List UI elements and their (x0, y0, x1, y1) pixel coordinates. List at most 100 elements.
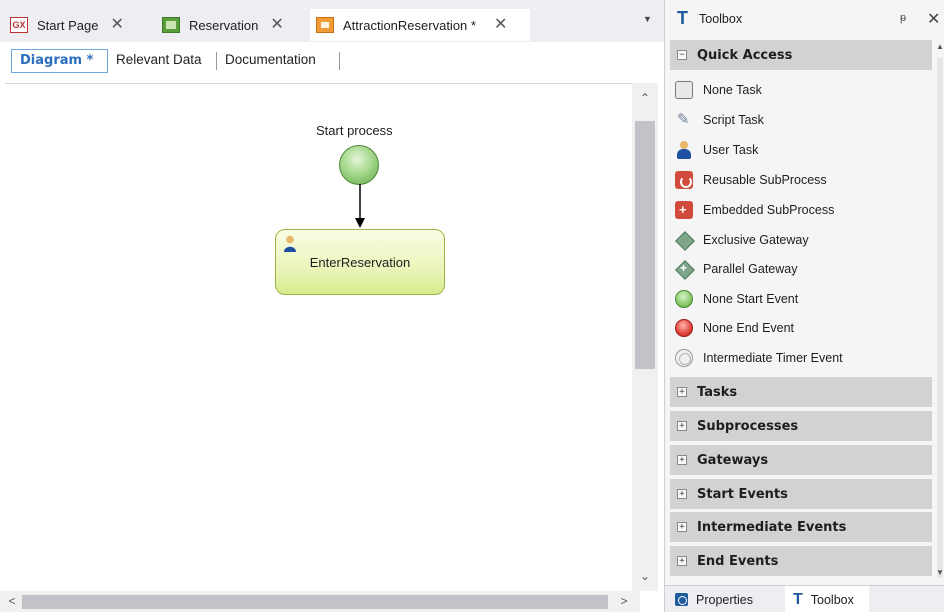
toolbox-icon: T (677, 8, 688, 28)
scroll-up-icon[interactable]: ▲ (936, 42, 944, 51)
close-icon[interactable]: ✕ (494, 17, 507, 33)
category-subprocesses[interactable]: + Subprocesses (670, 411, 932, 441)
tool-label: None Start Event (703, 292, 799, 306)
start-event-node[interactable] (339, 145, 379, 185)
workflow-diagram-icon (316, 17, 334, 33)
category-label: Intermediate Events (697, 519, 847, 535)
script-task-icon (675, 110, 693, 129)
tool-label: None Task (703, 83, 762, 97)
close-icon[interactable]: ✕ (927, 9, 940, 29)
scroll-left-icon[interactable]: < (2, 594, 22, 608)
close-icon[interactable]: ✕ (110, 17, 123, 33)
category-label: Subprocesses (697, 418, 799, 434)
tool-user-task[interactable]: User Task (675, 137, 758, 163)
close-icon[interactable]: ✕ (270, 17, 283, 33)
toolbox-header: T Toolbox ᵽ ✕ (665, 0, 944, 40)
category-label: Tasks (697, 384, 738, 400)
tab-attraction-reservation[interactable]: AttractionReservation * ✕ (310, 9, 530, 41)
tab-properties[interactable]: Properties (675, 586, 753, 613)
toolbox-panel: T Toolbox ᵽ ✕ − Quick Access None Task S… (664, 0, 944, 613)
tool-label: None End Event (703, 321, 795, 335)
start-event-icon (675, 290, 693, 308)
category-label: Gateways (697, 452, 769, 468)
editor-subtabs: Diagram * Relevant Data Documentation (0, 42, 664, 80)
scroll-down-icon[interactable]: ▼ (936, 568, 944, 577)
transaction-icon (162, 17, 180, 33)
diagram-editor: GX Start Page ✕ Reservation ✕ Attraction… (0, 0, 664, 612)
tool-none-end-event[interactable]: None End Event (675, 315, 794, 341)
scrollbar-thumb[interactable] (937, 58, 943, 578)
category-start-events[interactable]: + Start Events (670, 479, 932, 509)
vertical-scrollbar[interactable]: ⌃ ⌄ (632, 83, 658, 591)
category-gateways[interactable]: + Gateways (670, 445, 932, 475)
tool-label: Intermediate Timer Event (703, 351, 843, 365)
toolbox-scrollbar[interactable]: ▲ ▼ (935, 40, 944, 582)
category-intermediate-events[interactable]: + Intermediate Events (670, 512, 932, 542)
tool-parallel-gateway[interactable]: Parallel Gateway (675, 256, 798, 282)
tab-reservation[interactable]: Reservation ✕ (162, 9, 306, 41)
scroll-right-icon[interactable]: > (614, 594, 634, 608)
tab-list-dropdown-icon[interactable]: ▼ (643, 14, 652, 24)
category-label: Start Events (697, 486, 788, 502)
scrollbar-thumb[interactable] (22, 595, 608, 609)
category-label: Quick Access (697, 47, 793, 63)
expand-icon[interactable]: + (677, 489, 687, 499)
end-event-icon (675, 319, 693, 337)
collapse-icon[interactable]: − (677, 50, 687, 60)
tool-script-task[interactable]: Script Task (675, 107, 764, 133)
sequence-flow-arrow[interactable] (338, 184, 384, 230)
tool-label: User Task (703, 143, 759, 157)
category-end-events[interactable]: + End Events (670, 546, 932, 576)
category-tasks[interactable]: + Tasks (670, 377, 932, 407)
reusable-subprocess-icon (675, 171, 693, 189)
tool-embedded-subprocess[interactable]: Embedded SubProcess (675, 197, 834, 223)
timer-event-icon (675, 349, 693, 367)
category-quick-access[interactable]: − Quick Access (670, 40, 932, 70)
scroll-up-icon[interactable]: ⌃ (635, 91, 655, 105)
tool-label: Parallel Gateway (703, 262, 798, 276)
expand-icon[interactable]: + (677, 455, 687, 465)
start-event-label: Start process (316, 123, 393, 138)
expand-icon[interactable]: + (677, 556, 687, 566)
embedded-subprocess-icon (675, 201, 693, 219)
subtab-relevant-data[interactable]: Relevant Data (116, 49, 202, 73)
tool-reusable-subprocess[interactable]: Reusable SubProcess (675, 167, 827, 193)
subtab-diagram[interactable]: Diagram * (11, 49, 108, 73)
gx-icon: GX (10, 17, 28, 33)
user-task-icon (284, 235, 296, 252)
user-task-icon (675, 141, 693, 159)
tab-label: Reservation (189, 17, 259, 33)
tab-label: Start Page (37, 17, 99, 33)
tab-separator (216, 52, 217, 70)
toolbox-title: Toolbox (699, 12, 743, 26)
scrollbar-thumb[interactable] (635, 121, 655, 369)
document-tab-bar: GX Start Page ✕ Reservation ✕ Attraction… (0, 0, 664, 42)
tab-toolbox[interactable]: T Toolbox (785, 586, 869, 613)
tool-label: Embedded SubProcess (703, 203, 835, 217)
none-task-icon (675, 81, 693, 99)
scroll-down-icon[interactable]: ⌄ (635, 569, 655, 583)
exclusive-gateway-icon (675, 231, 693, 249)
horizontal-scrollbar[interactable]: < > (0, 591, 640, 612)
tab-start-page[interactable]: GX Start Page ✕ (10, 9, 150, 41)
tool-exclusive-gateway[interactable]: Exclusive Gateway (675, 227, 809, 253)
tool-none-start-event[interactable]: None Start Event (675, 286, 798, 312)
diagram-canvas[interactable] (5, 83, 632, 591)
tab-separator (339, 52, 340, 70)
expand-icon[interactable]: + (677, 421, 687, 431)
tab-label: Properties (696, 592, 753, 607)
tab-label: AttractionReservation * (343, 17, 476, 33)
tool-label: Exclusive Gateway (703, 233, 809, 247)
toolbox-icon: T (793, 590, 803, 608)
tool-label: Reusable SubProcess (703, 173, 827, 187)
subtab-documentation[interactable]: Documentation (225, 49, 316, 73)
user-task-node[interactable]: EnterReservation (275, 229, 445, 295)
task-label: EnterReservation (309, 255, 411, 270)
tool-none-task[interactable]: None Task (675, 77, 762, 103)
expand-icon[interactable]: + (677, 522, 687, 532)
tool-intermediate-timer-event[interactable]: Intermediate Timer Event (675, 345, 843, 371)
expand-icon[interactable]: + (677, 387, 687, 397)
pin-icon[interactable]: ᵽ (900, 12, 906, 24)
category-label: End Events (697, 553, 779, 569)
tool-label: Script Task (703, 113, 764, 127)
